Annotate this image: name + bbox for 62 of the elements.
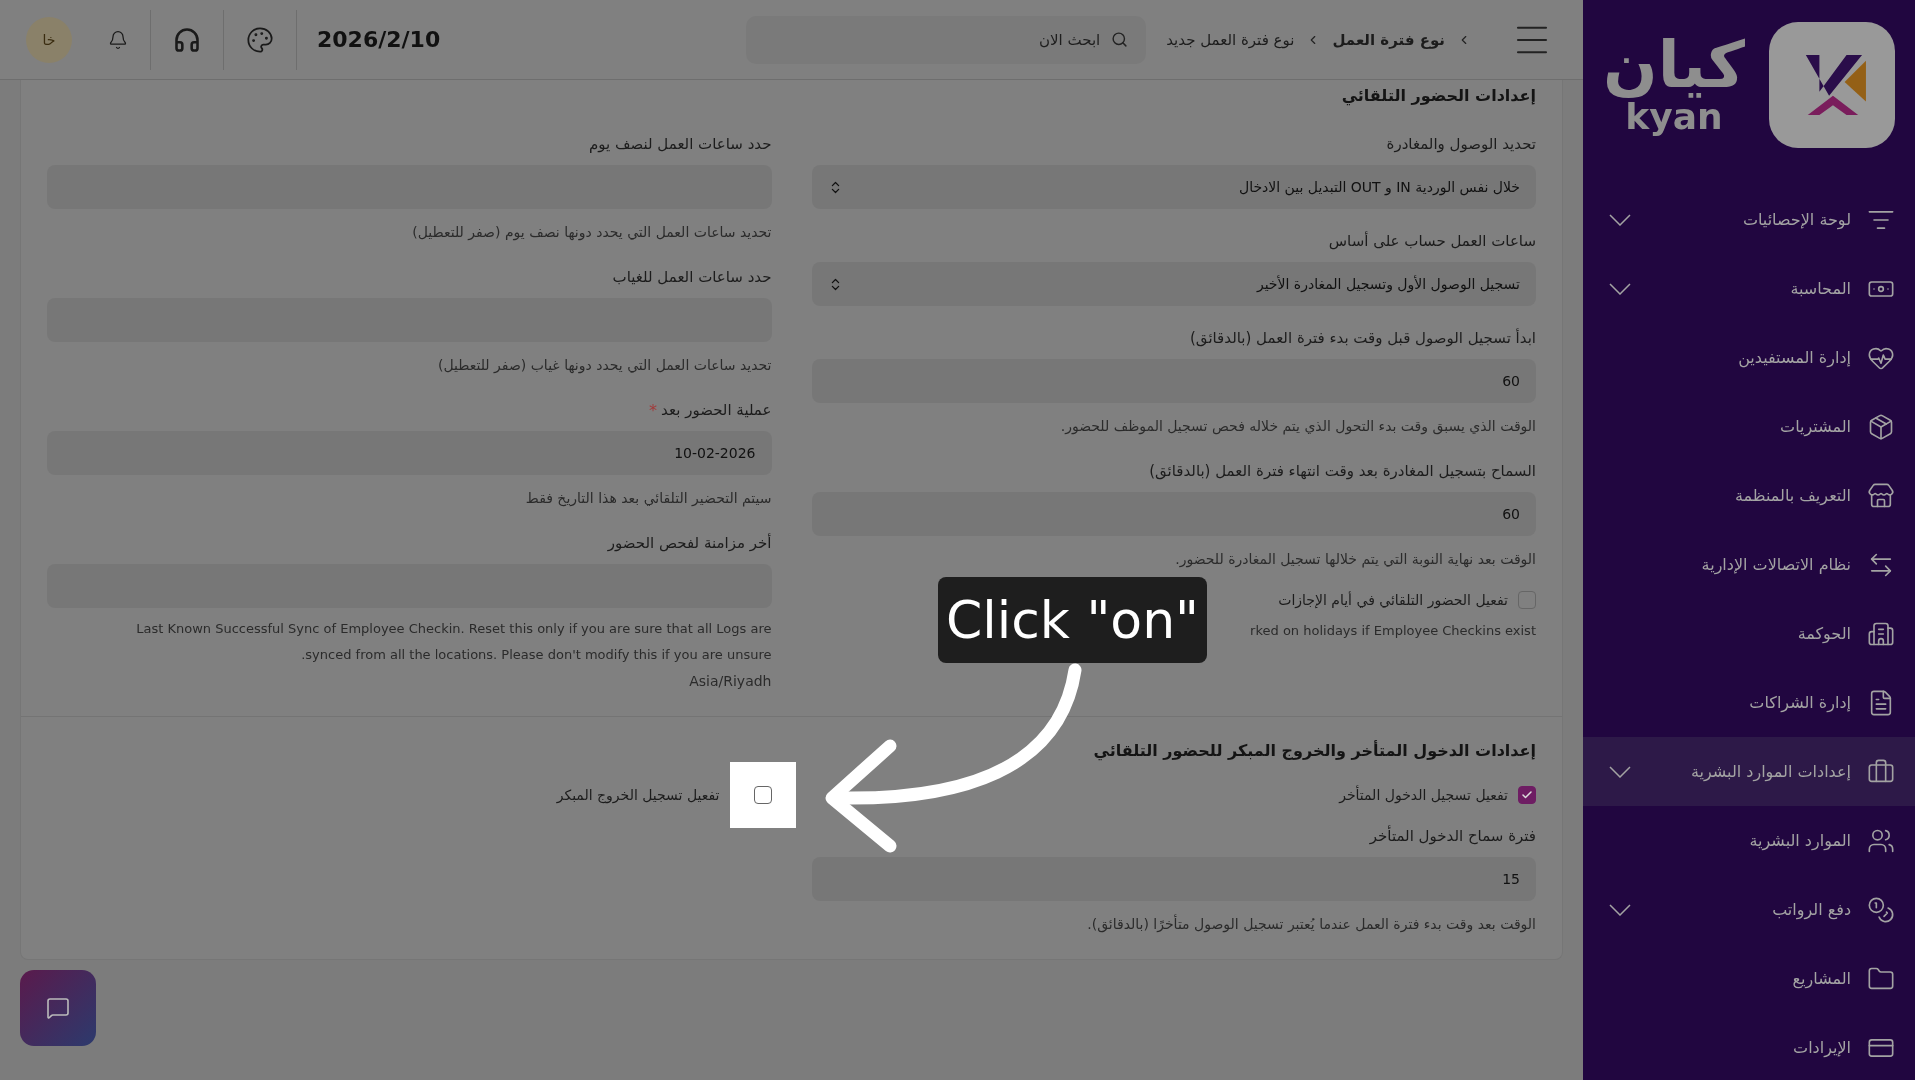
field-label: حدد ساعات العمل للغياب bbox=[612, 268, 772, 286]
help-text: تحديد ساعات العمل التي يحدد دونها غياب (صفر للتعطيل) bbox=[437, 356, 772, 376]
field-label: ابدأ تسجيل الوصول قبل وقت بدء فترة العمل (بالدقائق) bbox=[1190, 329, 1536, 347]
checkbox-label: تفعيل تسجيل الخروج المبكر bbox=[556, 787, 720, 803]
field-label: السماح بتسجيل المغادرة بعد وقت انتهاء فترة العمل (بالدقائق) bbox=[1149, 462, 1536, 480]
sidebar-item[interactable]: دفع الرواتب bbox=[1583, 875, 1915, 944]
tour-tooltip: Click "on" bbox=[938, 577, 1207, 663]
breadcrumb[interactable]: نوع فترة العمل bbox=[1332, 30, 1445, 49]
help-text: الوقت بعد وقت بدء فترة العمل عندما يُعتبر تسجيل الوصول متأخرًا (بالدقائق). bbox=[1086, 913, 1536, 935]
sidebar-item[interactable]: الموارد البشرية bbox=[1583, 806, 1915, 875]
coins-icon bbox=[1867, 895, 1895, 924]
checkbox[interactable] bbox=[753, 786, 772, 804]
sidebar-item[interactable]: المحاسبة bbox=[1583, 254, 1915, 323]
field-label: أخر مزامنة لفحص الحضور bbox=[607, 534, 772, 552]
help-text: تحديد ساعات العمل التي يحدد دونها نصف يوم (صفر للتعطيل) bbox=[411, 223, 772, 243]
sidebar-item[interactable]: إعدادات الموارد البشرية bbox=[1583, 737, 1915, 806]
search-field[interactable]: ابحث الان bbox=[746, 15, 1147, 64]
checkbox[interactable] bbox=[1518, 786, 1536, 804]
sidebar-item[interactable]: الحوكمة bbox=[1583, 599, 1915, 668]
input-field[interactable]: 60 bbox=[811, 492, 1536, 536]
help-text: الوقت الذي يسبق وقت بدء التحول الذي يتم خلاله فحص تسجيل الموظف للحضور. bbox=[1059, 417, 1536, 437]
logo-icon bbox=[1769, 20, 1895, 150]
timezone-text: Asia/Riyadh bbox=[688, 672, 772, 691]
field-label: تحديد الوصول والمغادرة bbox=[1386, 135, 1536, 153]
sidebar-item[interactable]: المشتريات bbox=[1583, 392, 1915, 461]
section-title: إعدادات الدخول المتأخر والخروج المبكر للحضور التلقائي bbox=[1092, 741, 1536, 760]
check-icon bbox=[1521, 789, 1533, 801]
help-text: الوقت بعد نهاية النوبة التي يتم خلالها تسجيل المغادرة للحضور. bbox=[1174, 550, 1536, 570]
chat-icon bbox=[46, 996, 70, 1020]
field-label: فترة سماح الدخول المتأخر bbox=[1369, 827, 1536, 845]
input-field[interactable]: 10-02-2026 bbox=[47, 431, 772, 475]
input-field[interactable]: 15 bbox=[811, 857, 1536, 901]
help-text: Last Known Successful Sync of Employee Checkin. Reset this only if you are sure that all Logs are synced from all the locations. Please don't modify this if you are unsure. bbox=[135, 620, 772, 664]
help-text: سيتم التحضير التلقائي بعد هذا التاريخ فقط bbox=[524, 489, 772, 509]
checkbox[interactable] bbox=[1518, 591, 1536, 609]
sidebar-item[interactable]: إدارة الشراكات bbox=[1583, 668, 1915, 737]
logo-text: kyan bbox=[1625, 97, 1723, 137]
sidebar-item[interactable]: التعريف بالمنظمة bbox=[1583, 461, 1915, 530]
field-label: ساعات العمل حساب على أساس bbox=[1328, 232, 1536, 250]
sidebar-item[interactable]: نظام الاتصالات الإدارية bbox=[1583, 530, 1915, 599]
select-field[interactable]: خلال نفس الوردية IN و OUT التبديل بين الادخال bbox=[811, 165, 1536, 209]
sidebar-item[interactable]: الإيرادات bbox=[1583, 1013, 1915, 1080]
sidebar-item[interactable]: إدارة المستفيدين bbox=[1583, 323, 1915, 392]
chat-button[interactable] bbox=[20, 970, 96, 1046]
field-label: حدد ساعات العمل لنصف يوم bbox=[588, 135, 772, 153]
breadcrumb: نوع فترة العمل جديد bbox=[1166, 30, 1295, 49]
select-field[interactable]: تسجيل الوصول الأول وتسجيل المغادرة الأخير bbox=[811, 262, 1536, 306]
help-text: rked on holidays if Employee Checkins exist bbox=[1250, 622, 1536, 640]
user-avatar[interactable]: خا bbox=[26, 16, 72, 63]
input-field[interactable]: 60 bbox=[811, 359, 1536, 403]
checkbox-label: تفعيل الحضور التلقائي في أيام الإجازات bbox=[1278, 592, 1508, 608]
sidebar-item[interactable]: المشاريع bbox=[1583, 944, 1915, 1013]
date-text: 2026/2/10 bbox=[317, 27, 441, 52]
box-icon bbox=[1867, 412, 1895, 441]
checkbox-label: تفعيل تسجيل الدخول المتأخر bbox=[1339, 787, 1508, 803]
section-title: إعدادات الحضور التلقائي bbox=[1340, 86, 1536, 105]
logo-text: كيان bbox=[1603, 33, 1745, 98]
required-asterisk: * bbox=[649, 400, 658, 420]
field-label: عملية الحضور بعد bbox=[661, 401, 772, 419]
store-icon bbox=[1867, 481, 1895, 510]
sidebar-item[interactable]: لوحة الإحصائيات bbox=[1583, 185, 1915, 254]
search-icon bbox=[1111, 30, 1129, 48]
